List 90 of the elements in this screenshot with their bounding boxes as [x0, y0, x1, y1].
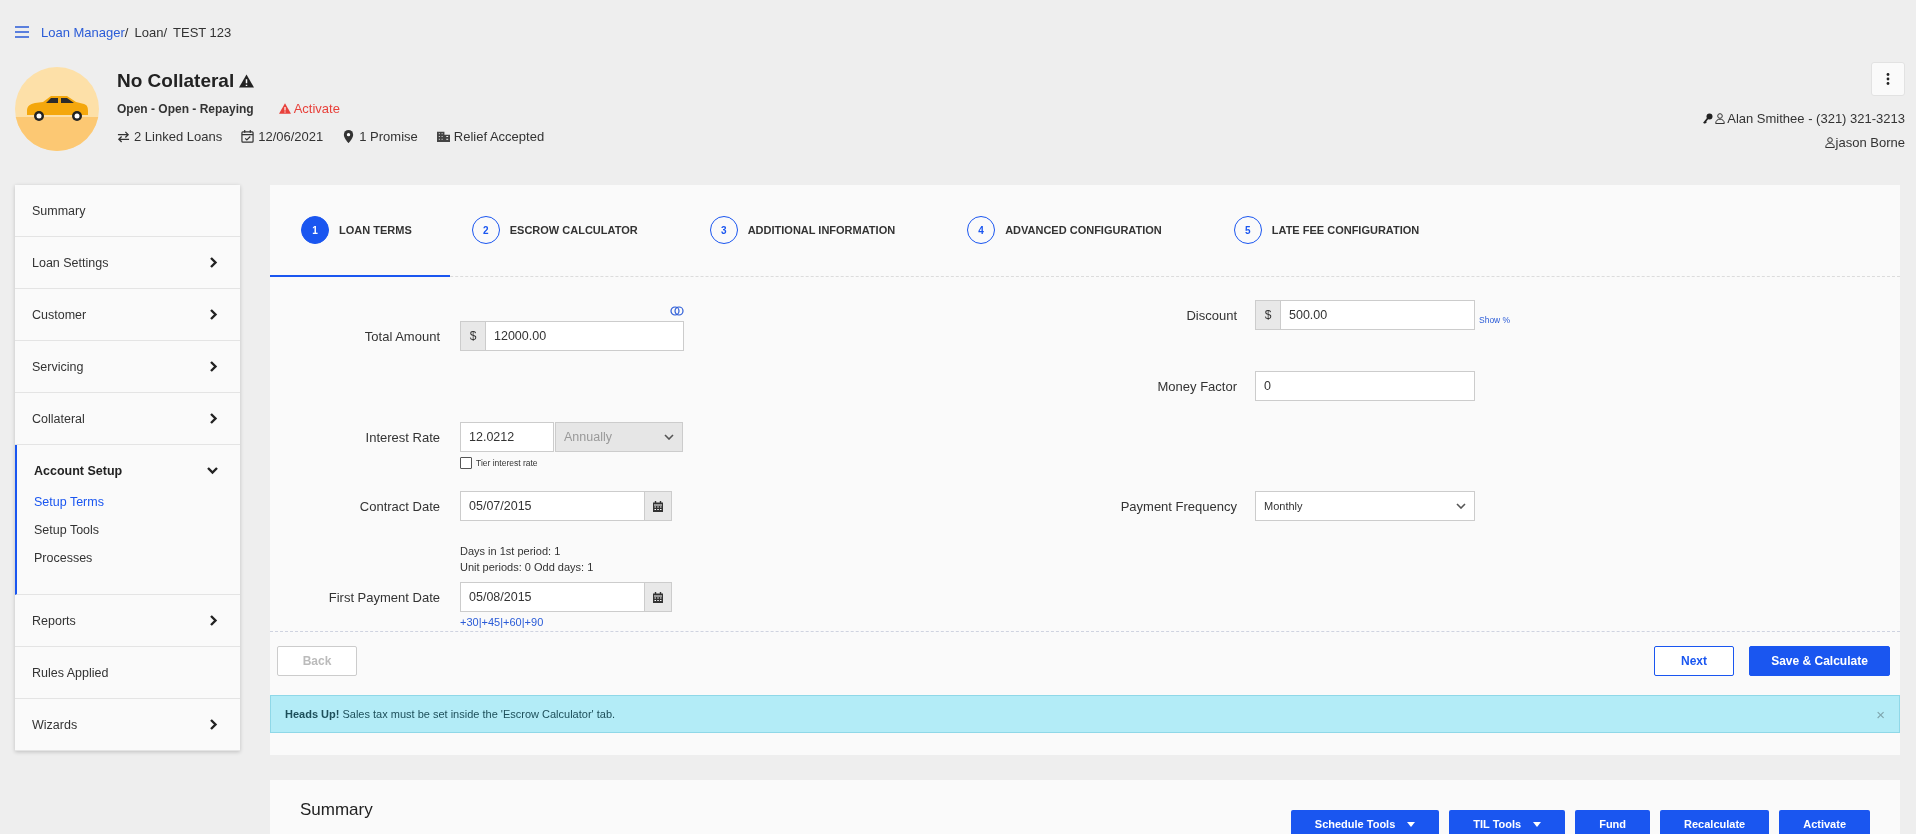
date-shortcut-link[interactable]: |+90	[521, 616, 544, 628]
chevron-right-icon	[209, 413, 218, 424]
breadcrumb-separator: /	[124, 24, 129, 40]
field-label: Money Factor	[1156, 378, 1237, 394]
sidebar-subitem[interactable]: Processes	[34, 544, 93, 572]
currency-addon: $	[461, 322, 486, 350]
chevron-right-icon	[209, 719, 218, 730]
summary-button[interactable]: Recalculate	[1660, 810, 1770, 834]
input-field[interactable]: 0	[1255, 371, 1475, 401]
show-percent-link[interactable]: Show %	[1479, 315, 1511, 325]
input-field[interactable]: 12.0212	[460, 422, 554, 452]
sidebar-item[interactable]: Wizards	[15, 699, 240, 750]
sidebar-item[interactable]: Rules Applied	[15, 647, 240, 698]
contact-info: Alan Smithee - (321) 321-3213	[1727, 111, 1905, 126]
date-field[interactable]: 05/07/2015	[460, 491, 672, 521]
currency-addon: $	[1256, 301, 1281, 329]
input-field[interactable]: $ 500.00	[1255, 300, 1475, 330]
meta-label: 1 Promise	[359, 129, 418, 144]
summary-button[interactable]: Schedule Tools	[1290, 810, 1440, 834]
checkbox-label: Tier interest rate	[476, 458, 538, 468]
meta-label: 2 Linked Loans	[134, 129, 223, 144]
breadcrumb-item: TEST 123	[173, 24, 232, 40]
date-shortcut-link[interactable]: |+45	[478, 616, 501, 628]
map-pin-icon	[342, 130, 356, 143]
checkbox[interactable]	[460, 457, 472, 469]
action-button[interactable]: Next	[1654, 646, 1734, 676]
period-note: Unit periods: 0 Odd days: 1	[460, 560, 594, 575]
person-icon	[1824, 137, 1835, 148]
caret-icon	[1533, 821, 1542, 827]
calendar-icon	[653, 591, 663, 603]
step-tab[interactable]: 3 ADDITIONAL INFORMATION	[687, 185, 946, 277]
loan-title: No Collateral	[117, 70, 235, 92]
period-note: Days in 1st period: 1	[460, 544, 561, 559]
sidebar-item[interactable]: Summary	[15, 185, 240, 236]
step-tab[interactable]: 1 LOAN TERMS	[270, 185, 450, 277]
breadcrumb-link[interactable]: Loan Manager	[41, 24, 125, 40]
sidebar-item[interactable]: Loan Settings	[15, 237, 240, 288]
chevron-down-icon	[207, 466, 218, 475]
summary-button[interactable]: Activate	[1779, 810, 1870, 834]
calendar-icon	[241, 130, 255, 143]
building-icon	[436, 130, 450, 143]
field-label: Interest Rate	[364, 429, 440, 445]
sidebar-item[interactable]: Collateral	[15, 393, 240, 444]
breadcrumb-item: Loan	[134, 24, 164, 40]
arrows-icon	[117, 130, 130, 143]
menu-icon[interactable]	[15, 26, 29, 38]
field-label: First Payment Date	[327, 589, 440, 605]
field-label: Payment Frequency	[1119, 498, 1237, 514]
toggle-icon[interactable]	[670, 306, 684, 316]
summary-button[interactable]: TIL Tools	[1449, 810, 1566, 834]
sidebar-subitem[interactable]: Setup Tools	[34, 516, 100, 544]
sidebar-item[interactable]: Servicing	[15, 341, 240, 392]
field-label: Discount	[1185, 307, 1237, 323]
caret-icon	[664, 434, 674, 440]
step-tab[interactable]: 5 LATE FEE CONFIGURATION	[1211, 185, 1470, 277]
meta-label: Relief Accepted	[453, 129, 545, 144]
action-button[interactable]: Save & Calculate	[1749, 646, 1890, 676]
date-shortcut-link[interactable]: |+60	[500, 616, 522, 628]
calendar-button[interactable]	[644, 583, 671, 611]
field-label: Contract Date	[358, 498, 440, 514]
key-icon	[1703, 113, 1714, 124]
frequency-select[interactable]: Monthly	[1255, 491, 1475, 521]
warning-icon	[278, 103, 291, 114]
date-shortcut-link[interactable]: +30	[460, 616, 479, 628]
meta-label: 12/06/2021	[258, 129, 324, 144]
section-title: Summary	[300, 800, 373, 820]
calendar-icon	[653, 500, 663, 512]
calendar-button[interactable]	[644, 492, 671, 520]
field-label: Total Amount	[363, 328, 440, 344]
chevron-right-icon	[209, 361, 218, 372]
caret-icon	[1407, 821, 1416, 827]
summary-button[interactable]: Fund	[1575, 810, 1651, 834]
breadcrumb-separator: /	[163, 24, 167, 40]
step-tab[interactable]: 4 ADVANCED CONFIGURATION	[945, 185, 1212, 277]
chevron-right-icon	[209, 309, 218, 320]
sidebar-item[interactable]: Reports	[15, 595, 240, 646]
chevron-right-icon	[209, 615, 218, 626]
loan-status: Open - Open - Repaying	[117, 101, 254, 116]
caret-icon	[1456, 503, 1466, 509]
step-tab[interactable]: 2 ESCROW CALCULATOR	[449, 185, 688, 277]
chevron-right-icon	[209, 257, 218, 268]
date-field[interactable]: 05/08/2015	[460, 582, 672, 612]
sidebar-item[interactable]: Customer	[15, 289, 240, 340]
warning-icon	[239, 74, 255, 88]
alert-message: Heads Up! Sales tax must be set inside the 'Escrow Calculator' tab.	[285, 708, 616, 720]
step-number: 1	[301, 216, 329, 244]
kebab-menu-icon	[1886, 73, 1890, 85]
person-icon	[1715, 113, 1726, 124]
agent-name: jason Borne	[1835, 135, 1905, 150]
input-field[interactable]: $ 12000.00	[460, 321, 684, 351]
